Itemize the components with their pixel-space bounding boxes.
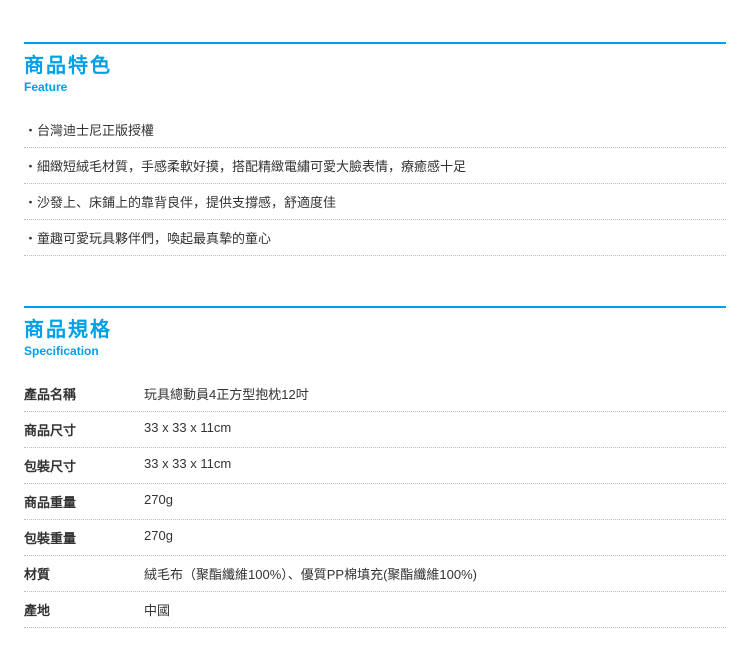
feature-text: 台灣迪士尼正版授權: [37, 123, 154, 138]
feature-title-zh: 商品特色: [24, 54, 726, 78]
spec-row: 商品尺寸 33 x 33 x 11cm: [24, 412, 726, 448]
feature-text: 細緻短絨毛材質，手感柔軟好摸，搭配精緻電繡可愛大臉表情，療癒感十足: [37, 159, 466, 174]
bullet-icon: ・: [24, 123, 37, 138]
spec-value: 270g: [144, 492, 726, 511]
spec-row: 產品名稱 玩具總動員4正方型抱枕12吋: [24, 376, 726, 412]
spec-row: 包裝重量 270g: [24, 520, 726, 556]
spec-label: 商品重量: [24, 492, 144, 511]
spec-table: 產品名稱 玩具總動員4正方型抱枕12吋 商品尺寸 33 x 33 x 11cm …: [24, 376, 726, 628]
feature-item: ・沙發上、床鋪上的靠背良伴，提供支撐感，舒適度佳: [24, 184, 726, 220]
spec-label: 商品尺寸: [24, 420, 144, 439]
spec-value: 玩具總動員4正方型抱枕12吋: [144, 384, 726, 403]
spec-heading: 商品規格 Specification: [24, 306, 726, 358]
spec-value: 33 x 33 x 11cm: [144, 420, 726, 439]
spec-value: 33 x 33 x 11cm: [144, 456, 726, 475]
spec-label: 包裝尺寸: [24, 456, 144, 475]
feature-text: 沙發上、床鋪上的靠背良伴，提供支撐感，舒適度佳: [37, 195, 336, 210]
spec-label: 產地: [24, 600, 144, 619]
feature-item: ・細緻短絨毛材質，手感柔軟好摸，搭配精緻電繡可愛大臉表情，療癒感十足: [24, 148, 726, 184]
spec-label: 材質: [24, 564, 144, 583]
bullet-icon: ・: [24, 231, 37, 246]
feature-list: ・台灣迪士尼正版授權 ・細緻短絨毛材質，手感柔軟好摸，搭配精緻電繡可愛大臉表情，…: [24, 112, 726, 256]
spec-value: 270g: [144, 528, 726, 547]
feature-item: ・台灣迪士尼正版授權: [24, 112, 726, 148]
spec-row: 材質 絨毛布（聚酯纖維100%）、優質PP棉填充(聚酯纖維100%): [24, 556, 726, 592]
feature-title-en: Feature: [24, 80, 726, 94]
spec-row: 包裝尺寸 33 x 33 x 11cm: [24, 448, 726, 484]
feature-heading: 商品特色 Feature: [24, 42, 726, 94]
spec-value: 中國: [144, 600, 726, 619]
spec-row: 商品重量 270g: [24, 484, 726, 520]
bullet-icon: ・: [24, 195, 37, 210]
spec-title-en: Specification: [24, 344, 726, 358]
feature-item: ・童趣可愛玩具夥伴們，喚起最真摯的童心: [24, 220, 726, 256]
spec-label: 產品名稱: [24, 384, 144, 403]
spec-title-zh: 商品規格: [24, 318, 726, 342]
feature-text: 童趣可愛玩具夥伴們，喚起最真摯的童心: [37, 231, 271, 246]
spec-value: 絨毛布（聚酯纖維100%）、優質PP棉填充(聚酯纖維100%): [144, 564, 726, 583]
bullet-icon: ・: [24, 159, 37, 174]
spec-label: 包裝重量: [24, 528, 144, 547]
spec-row: 產地 中國: [24, 592, 726, 628]
